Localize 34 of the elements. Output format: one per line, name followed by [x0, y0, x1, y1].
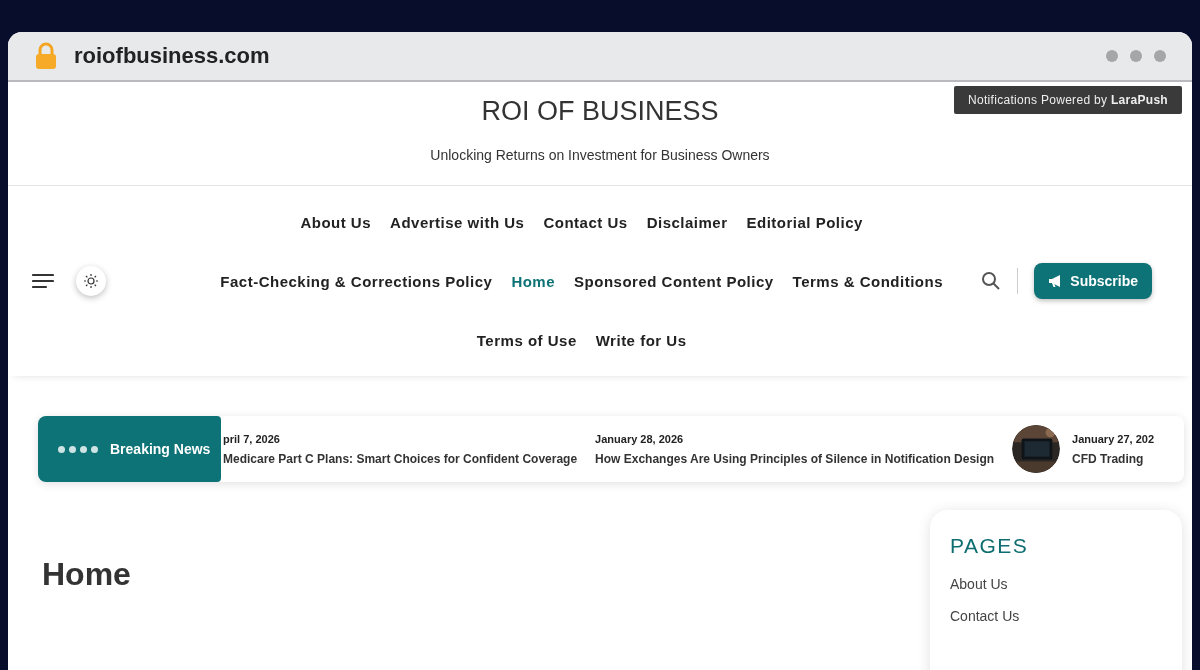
lock-icon: [34, 42, 58, 70]
news-date: January 28, 2026: [595, 432, 685, 445]
subscribe-button[interactable]: Subscribe: [1034, 263, 1152, 299]
sidebar-link[interactable]: About Us: [950, 576, 1162, 592]
site-tagline: Unlocking Returns on Investment for Business Owners: [430, 147, 770, 163]
menu-icon[interactable]: [32, 273, 54, 289]
breaking-news-label: Breaking News: [38, 416, 221, 482]
window-dot[interactable]: [1154, 50, 1166, 62]
nav-link[interactable]: Terms & Conditions: [792, 272, 943, 290]
news-date: January 27, 202: [1072, 432, 1155, 445]
news-headline[interactable]: Medicare Part C Plans: Smart Choices for Confident Coverage: [223, 451, 578, 466]
window-dot[interactable]: [1130, 50, 1142, 62]
window-dot[interactable]: [1106, 50, 1118, 62]
sun-icon: [84, 274, 98, 288]
nav-link[interactable]: About Us: [300, 213, 372, 231]
nav-link[interactable]: Sponsored Content Policy: [574, 272, 774, 290]
nav-link[interactable]: Editorial Policy: [746, 213, 863, 231]
nav-link[interactable]: Terms of Use: [476, 331, 577, 349]
page-heading: Home: [42, 556, 131, 594]
nav-link[interactable]: Advertise with Us: [390, 213, 525, 231]
nav-link[interactable]: Home: [511, 272, 556, 290]
notification-toast: Notifications Powered by LaraPush: [954, 86, 1182, 114]
news-headline[interactable]: CFD Trading: [1072, 451, 1155, 466]
theme-toggle[interactable]: [76, 266, 106, 296]
nav-link[interactable]: Disclaimer: [646, 213, 728, 231]
sidebar-title: PAGES: [950, 534, 1030, 558]
nav-link[interactable]: Fact-Checking & Corrections Policy: [220, 272, 493, 290]
news-date: pril 7, 2026: [223, 432, 281, 445]
search-icon[interactable]: [981, 271, 1002, 291]
sidebar-link[interactable]: Contact Us: [950, 608, 1162, 624]
nav-link[interactable]: Write for Us: [595, 331, 687, 349]
nav-link[interactable]: Contact Us: [543, 213, 628, 231]
site-title[interactable]: ROI OF BUSINESS: [481, 96, 719, 127]
news-headline[interactable]: How Exchanges Are Using Principles of Silence in Notification Design: [595, 451, 995, 466]
